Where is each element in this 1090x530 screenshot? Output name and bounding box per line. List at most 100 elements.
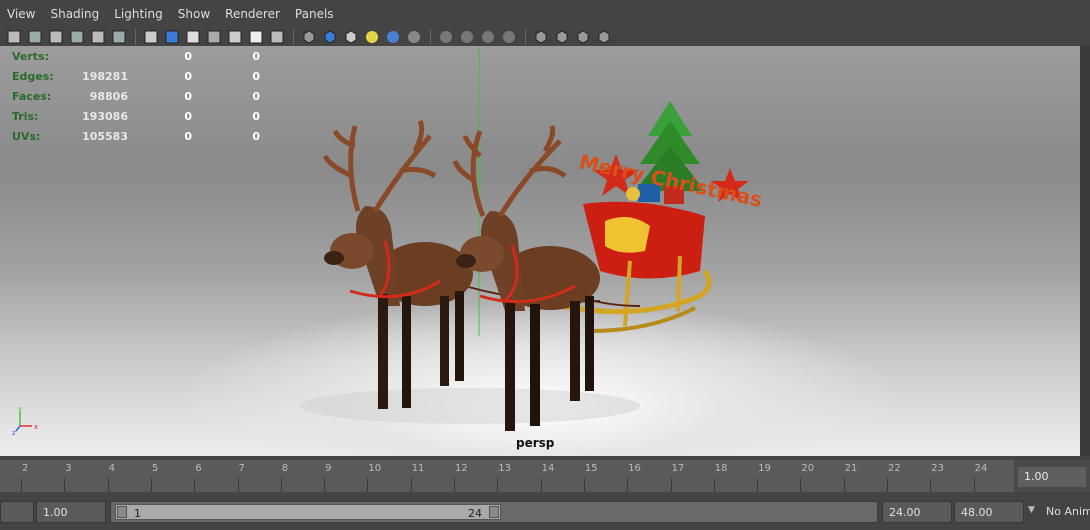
xray-icon[interactable] xyxy=(501,29,517,45)
frame-tick-label: 24 xyxy=(974,463,988,474)
range-handle[interactable]: 1 24 xyxy=(115,504,501,520)
start-time-field[interactable]: 1.00 xyxy=(36,501,106,523)
frame-tick-label: 15 xyxy=(584,463,598,474)
frame-tick-label: 20 xyxy=(801,463,815,474)
frame-tick xyxy=(887,478,888,492)
frame-tick-label: 4 xyxy=(108,463,115,474)
frame-tick-label: 12 xyxy=(455,463,468,474)
bookmark-icon[interactable] xyxy=(27,29,43,45)
range-track[interactable]: 1 24 xyxy=(110,501,878,523)
range-inner-start: 1 xyxy=(134,507,141,520)
shadows-icon[interactable] xyxy=(385,29,401,45)
frame-tick-label: 5 xyxy=(151,463,159,474)
frame-tick xyxy=(973,478,975,492)
flat-shade-icon[interactable] xyxy=(185,29,201,45)
time-ruler[interactable]: 2 3 4 5 6 7 8 9 10 11 12 13 14 15 16 17 18 19 20 21 22 23 24 xyxy=(0,460,1014,492)
range-handle-start[interactable] xyxy=(117,506,127,518)
viewport-scrollbar[interactable] xyxy=(1080,46,1090,456)
wireframe-icon[interactable] xyxy=(143,29,159,45)
grid-icon[interactable] xyxy=(69,29,85,45)
frame-tick-label: 23 xyxy=(931,463,945,474)
frame-tick xyxy=(150,478,152,492)
cube-wire-icon[interactable] xyxy=(301,29,317,45)
hud-value: 198281 xyxy=(82,69,128,83)
anti-alias-icon[interactable] xyxy=(459,29,475,45)
frame-tick xyxy=(367,478,369,492)
hud-value: 193086 xyxy=(82,109,128,123)
hud-value: 0 xyxy=(252,109,260,123)
cube-shaded-icon[interactable] xyxy=(322,29,338,45)
ground-shadow xyxy=(300,388,640,424)
cube-textured-icon[interactable] xyxy=(343,29,359,45)
menu-lighting[interactable]: Lighting xyxy=(107,7,171,21)
frame-tick xyxy=(64,478,66,492)
range-handle-end[interactable] xyxy=(489,506,499,518)
frame-tick-label: 18 xyxy=(714,463,728,474)
reindeer-left xyxy=(322,119,473,409)
toolbar-separator xyxy=(525,29,526,45)
menu-view[interactable]: View xyxy=(0,7,43,21)
frame-tick-label: 19 xyxy=(758,463,771,474)
hud-value: 0 xyxy=(252,49,260,63)
viewport-persp[interactable]: Merry Christmas Verts: 0 0 Edges: 198281… xyxy=(0,46,1080,456)
chevron-down-icon[interactable]: ▼ xyxy=(1028,505,1035,515)
menu-renderer[interactable]: Renderer xyxy=(218,7,288,21)
frame-tick xyxy=(21,478,22,492)
hud-row: Tris: 193086 0 0 xyxy=(12,106,260,126)
hud-value: 0 xyxy=(252,89,260,103)
hud-row: UVs: 105583 0 0 xyxy=(12,126,260,146)
anim-end-field[interactable]: 48.00 xyxy=(954,501,1024,523)
motion-blur-icon[interactable] xyxy=(438,29,454,45)
frame-tick xyxy=(454,478,455,492)
multi-sample-icon[interactable] xyxy=(596,29,612,45)
bounding-box-icon[interactable] xyxy=(206,29,222,45)
depth-of-field-icon[interactable] xyxy=(480,29,496,45)
safe-action-icon[interactable] xyxy=(111,29,127,45)
menu-bar: View Shading Lighting Show Renderer Panels xyxy=(0,0,1090,28)
range-empty-field[interactable] xyxy=(0,501,34,523)
axis-x-label: x xyxy=(34,423,38,431)
hud-value: 98806 xyxy=(89,89,128,103)
end-time-field[interactable]: 24.00 xyxy=(882,501,952,523)
hud-label: Verts: xyxy=(12,49,50,63)
xray-joints-icon[interactable] xyxy=(554,29,570,45)
frame-tick xyxy=(497,478,499,492)
hud-value: 0 xyxy=(184,109,192,123)
xray-active-icon[interactable] xyxy=(575,29,591,45)
film-gate-icon[interactable] xyxy=(90,29,106,45)
menu-shading[interactable]: Shading xyxy=(43,7,107,21)
hud-value: 105583 xyxy=(82,129,128,143)
all-lights-icon[interactable] xyxy=(364,29,380,45)
frame-tick-label: 9 xyxy=(325,463,332,474)
range-slider: 1.00 1 24 24.00 48.00 ▼ No Anim xyxy=(0,496,1090,530)
current-frame-field[interactable]: 1.00 xyxy=(1018,467,1086,487)
hud-value: 0 xyxy=(184,49,192,63)
points-icon[interactable] xyxy=(227,29,243,45)
frame-tick-label: 17 xyxy=(671,463,685,474)
frame-tick-label: 10 xyxy=(368,463,382,474)
camera-attributes-icon[interactable] xyxy=(6,29,22,45)
isolate-select-icon[interactable] xyxy=(533,29,549,45)
menu-show[interactable]: Show xyxy=(171,7,218,21)
smooth-shade-icon[interactable] xyxy=(164,29,180,45)
ssao-icon[interactable] xyxy=(406,29,422,45)
textured-icon[interactable] xyxy=(248,29,264,45)
hud-value: 0 xyxy=(184,89,192,103)
toolbar-separator xyxy=(293,29,294,45)
frame-tick-label: 21 xyxy=(844,463,858,474)
anim-layer-selector[interactable]: No Anim xyxy=(1046,501,1090,523)
axis-y-label: y xyxy=(18,405,22,413)
frame-tick xyxy=(410,478,412,492)
frame-tick xyxy=(237,478,239,492)
frame-tick-label: 14 xyxy=(541,463,555,474)
menu-panels[interactable]: Panels xyxy=(288,7,342,21)
frame-tick xyxy=(540,478,542,492)
image-plane-icon[interactable] xyxy=(48,29,64,45)
use-lights-icon[interactable] xyxy=(269,29,285,45)
hud-row: Edges: 198281 0 0 xyxy=(12,66,260,86)
frame-tick xyxy=(670,478,672,492)
frame-tick-label: 2 xyxy=(22,463,29,474)
frame-tick-label: 13 xyxy=(498,463,512,474)
hud-label: Faces: xyxy=(12,89,52,103)
hud-label: Tris: xyxy=(12,109,39,123)
